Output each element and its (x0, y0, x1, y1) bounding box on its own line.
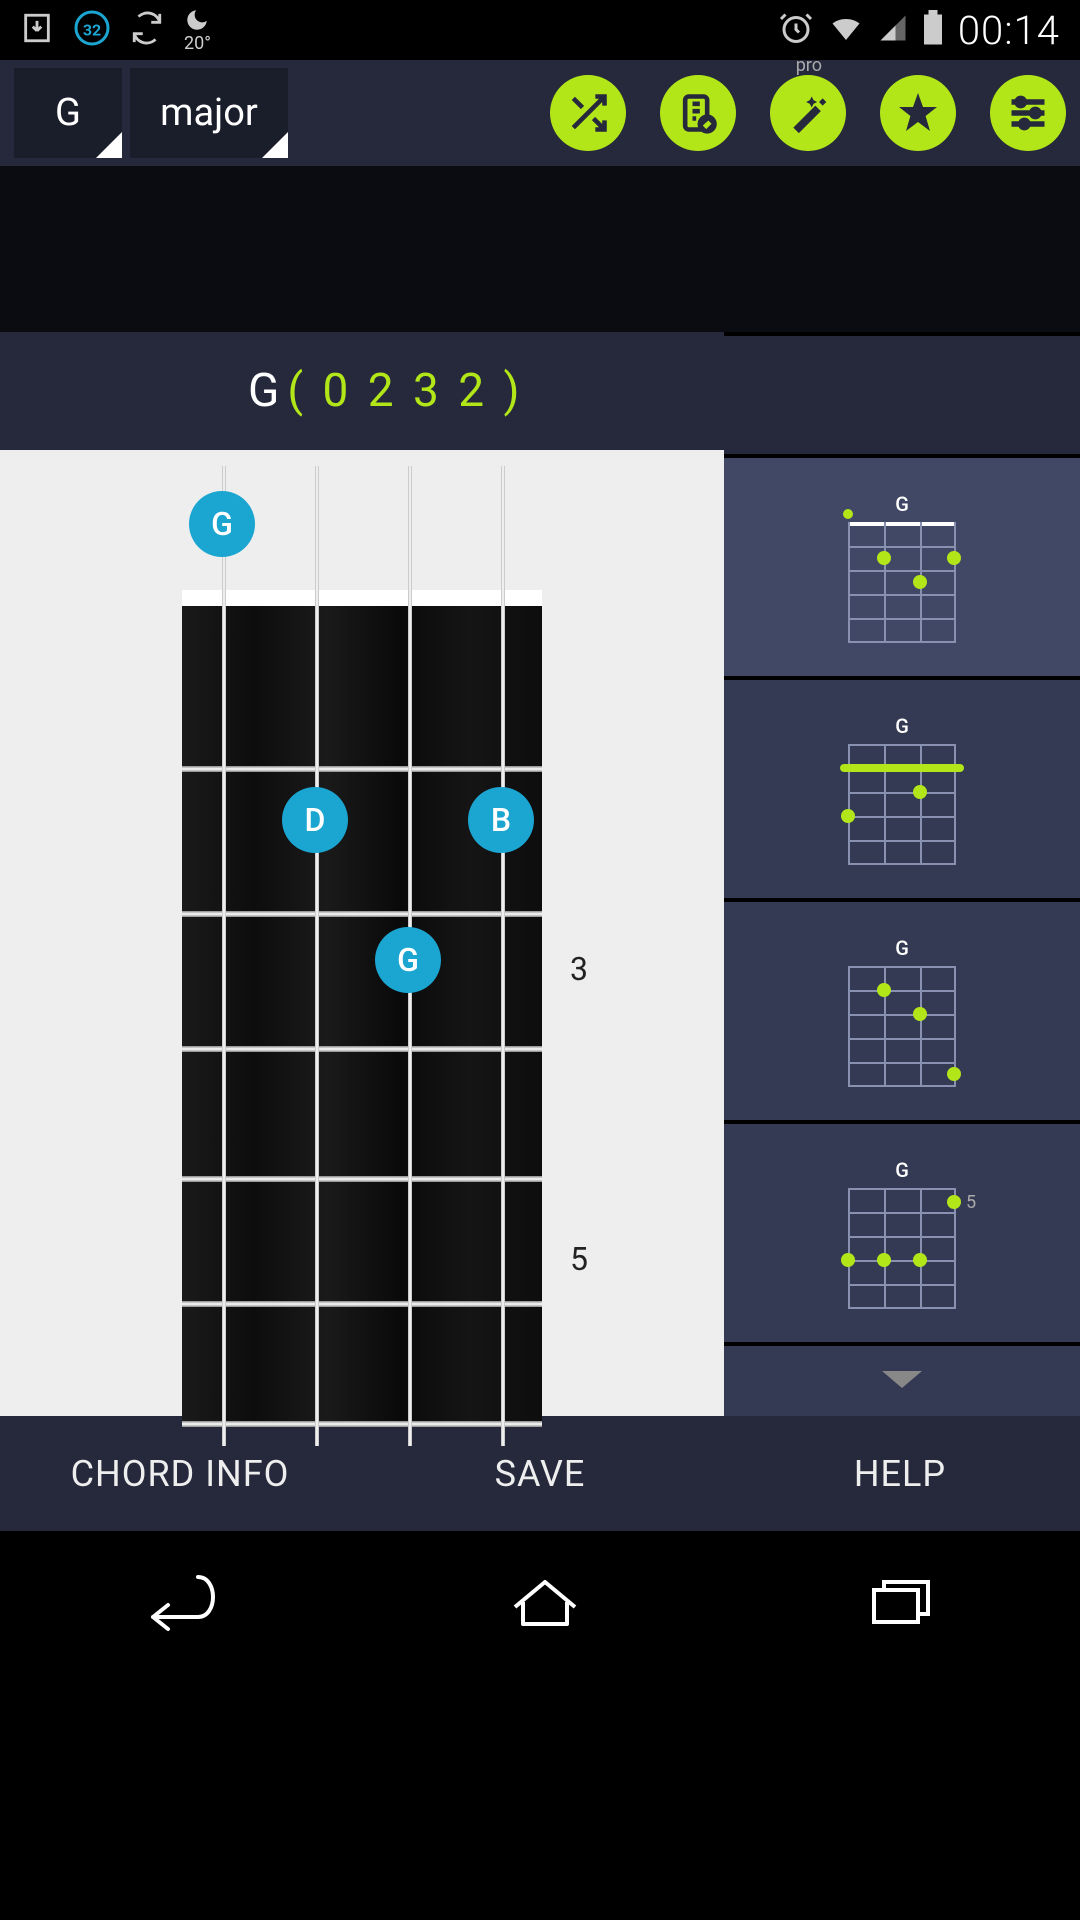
variation-label: G (895, 714, 909, 738)
chord-positions: ( 0 2 3 2 ) (287, 364, 523, 418)
clock-text: 00:14 (958, 7, 1060, 54)
scroll-down-button[interactable] (724, 1346, 1080, 1416)
chord-root: G (248, 364, 279, 418)
variation-item[interactable]: G (724, 458, 1080, 676)
shuffle-button[interactable] (550, 75, 626, 151)
variation-label: G (895, 492, 909, 516)
pro-label: pro (796, 55, 822, 76)
weather-icon: 20° (184, 7, 211, 54)
recent-icon[interactable] (862, 1572, 942, 1636)
note-open-string1: G (189, 491, 255, 557)
alarm-icon (778, 10, 814, 50)
note-fret2-string2: D (282, 787, 348, 853)
wand-button[interactable]: pro (770, 75, 846, 151)
variation-label: G (895, 936, 909, 960)
variation-item[interactable]: G (724, 680, 1080, 898)
toolbar: G major pro (0, 60, 1080, 166)
note-dropdown[interactable]: G (14, 68, 122, 158)
download-icon (20, 11, 54, 49)
main-content: G ( 0 2 3 2 ) 3 5 (0, 166, 1080, 1416)
star-button[interactable] (880, 75, 956, 151)
checklist-button[interactable] (660, 75, 736, 151)
save-button[interactable]: SAVE (360, 1416, 720, 1531)
fret-marker-3: 3 (570, 950, 588, 988)
android-nav-bar (0, 1531, 1080, 1676)
wifi-icon (828, 10, 864, 50)
chord-header: G ( 0 2 3 2 ) (0, 332, 724, 450)
signal-icon (878, 13, 908, 47)
variations-sidebar: G G G (724, 166, 1080, 1416)
fretboard[interactable] (182, 590, 542, 1426)
note-fret2-string4: B (468, 787, 534, 853)
home-icon[interactable] (505, 1572, 585, 1636)
back-icon[interactable] (138, 1572, 228, 1636)
variation-label: G (895, 1158, 909, 1182)
status-bar: 32 20° 00:14 (0, 0, 1080, 60)
note-fret3-string3: G (375, 927, 441, 993)
chord-info-button[interactable]: CHORD INFO (0, 1416, 360, 1531)
bottom-bar: CHORD INFO SAVE HELP (0, 1416, 1080, 1531)
battery-icon (922, 10, 944, 50)
settings-button[interactable] (990, 75, 1066, 151)
variation-item[interactable]: G 5 (724, 1124, 1080, 1342)
fret-marker-5: 5 (570, 1240, 588, 1278)
fretboard-area[interactable]: 3 5 G (0, 450, 724, 1416)
sync-icon (130, 11, 164, 49)
badge-icon: 32 (74, 10, 110, 50)
help-button[interactable]: HELP (720, 1416, 1080, 1531)
quality-dropdown[interactable]: major (130, 68, 288, 158)
variation-item[interactable]: G (724, 902, 1080, 1120)
